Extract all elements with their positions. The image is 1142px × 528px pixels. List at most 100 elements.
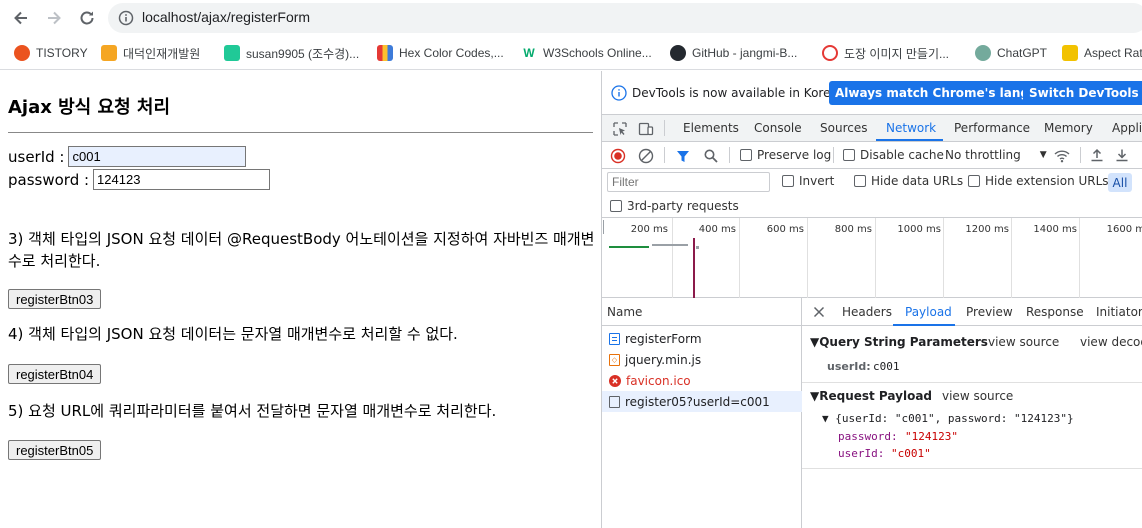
- request-detail-panel: Headers Payload Preview Response Initiat…: [802, 298, 1142, 528]
- request-name: register05?userId=c001: [625, 394, 770, 409]
- request-row[interactable]: ◇ jquery.min.js: [602, 349, 802, 370]
- bookmark-stamp[interactable]: 도장 이미지 만들기...: [822, 44, 949, 62]
- tab-console[interactable]: Console: [754, 121, 802, 135]
- timeline-tick: 1200 ms: [965, 224, 1009, 235]
- filter-icon[interactable]: [675, 148, 691, 164]
- export-har-icon[interactable]: [1114, 147, 1130, 163]
- bookmark-hexcolor[interactable]: Hex Color Codes,...: [377, 44, 504, 62]
- payload-view-source-link[interactable]: view source: [942, 389, 1013, 403]
- record-icon[interactable]: [610, 148, 626, 164]
- forward-button[interactable]: [42, 6, 66, 30]
- bookmark-github[interactable]: GitHub - jangmi-B...: [670, 44, 797, 62]
- timeline-bar-script: [652, 244, 688, 246]
- network-timeline[interactable]: 200 ms 400 ms 600 ms 800 ms 1000 ms 1200…: [602, 218, 1142, 298]
- detail-tab-payload[interactable]: Payload: [905, 305, 952, 319]
- device-toolbar-icon[interactable]: [638, 121, 654, 137]
- register-btn-04[interactable]: registerBtn04: [8, 364, 102, 384]
- section-divider: [802, 468, 1142, 469]
- register-btn-05[interactable]: registerBtn05: [8, 440, 102, 460]
- bookmark-chatgpt[interactable]: ChatGPT: [975, 44, 1047, 62]
- tab-network[interactable]: Network: [886, 121, 936, 135]
- filter-input[interactable]: [607, 172, 770, 192]
- bookmark-daedeok[interactable]: 대덕인재개발원: [101, 44, 200, 62]
- network-conditions-icon[interactable]: [1053, 148, 1071, 164]
- filter-all-button[interactable]: All: [1108, 173, 1132, 192]
- detail-tab-response[interactable]: Response: [1026, 305, 1084, 319]
- password-input[interactable]: [93, 169, 271, 190]
- request-row[interactable]: favicon.ico: [602, 370, 802, 391]
- hexcolor-icon: [377, 45, 393, 61]
- payload-password-value: "124123": [905, 430, 958, 443]
- hide-extension-urls-checkbox[interactable]: Hide extension URLs: [968, 174, 1109, 188]
- password-row: password :: [8, 169, 271, 190]
- section-divider: [802, 382, 1142, 383]
- clear-icon[interactable]: [638, 148, 654, 164]
- inspect-element-icon[interactable]: [612, 121, 628, 137]
- bookmark-aspect[interactable]: Aspect Rat: [1062, 44, 1142, 62]
- error-icon: [609, 374, 621, 387]
- active-detail-tab-indicator: [893, 324, 955, 326]
- forward-arrow-icon: [48, 11, 61, 25]
- throttling-select[interactable]: No throttling ▼: [945, 148, 1047, 162]
- description-3: 3) 객체 타입의 JSON 요청 데이터 @RequestBody 어노테이션…: [8, 230, 595, 270]
- bookmark-w3schools[interactable]: W W3Schools Online...: [521, 44, 652, 62]
- active-tab-indicator: [876, 139, 943, 141]
- invert-checkbox[interactable]: Invert: [782, 174, 834, 188]
- request-name: jquery.min.js: [625, 352, 702, 367]
- bookmark-label: TISTORY: [36, 46, 88, 60]
- detail-tab-preview[interactable]: Preview: [966, 305, 1013, 319]
- search-icon[interactable]: [703, 148, 719, 164]
- payload-password-key: password:: [838, 430, 898, 443]
- tab-elements[interactable]: Elements: [683, 121, 739, 135]
- qsp-key: userId:: [827, 360, 871, 373]
- register-btn-03[interactable]: registerBtn03: [8, 289, 102, 309]
- stamp-icon: [822, 45, 838, 61]
- reload-icon: [80, 11, 94, 25]
- velog-icon: [224, 45, 240, 61]
- hide-data-urls-checkbox[interactable]: Hide data URLs: [854, 174, 963, 188]
- view-source-link[interactable]: view source: [988, 335, 1059, 349]
- load-event-marker: [693, 238, 695, 298]
- request-row-selected[interactable]: register05?userId=c001: [602, 391, 802, 412]
- request-row[interactable]: registerForm: [602, 328, 802, 349]
- address-bar[interactable]: localhost/ajax/registerForm: [108, 3, 1142, 33]
- payload-object-summary[interactable]: ▼ {userId: "c001", password: "124123"}: [822, 412, 1074, 425]
- timeline-bar-doc: [609, 246, 649, 248]
- timeline-tick: 1400 ms: [1033, 224, 1077, 235]
- tab-memory[interactable]: Memory: [1044, 121, 1093, 135]
- tab-performance[interactable]: Performance: [954, 121, 1030, 135]
- preserve-log-checkbox[interactable]: Preserve log: [740, 148, 831, 162]
- bookmark-label: 대덕인재개발원: [123, 46, 201, 61]
- userid-input[interactable]: [68, 146, 247, 167]
- reload-button[interactable]: [75, 6, 99, 30]
- bookmark-susan[interactable]: susan9905 (조수경)...: [224, 44, 359, 62]
- timeline-gridline: [672, 218, 673, 298]
- query-string-section-title[interactable]: ▼Query String Parameters: [810, 335, 988, 349]
- bookmark-label: W3Schools Online...: [543, 46, 652, 60]
- detail-tab-headers[interactable]: Headers: [842, 305, 892, 319]
- view-decoded-link[interactable]: view decode: [1080, 335, 1142, 349]
- bookmark-label: ChatGPT: [997, 46, 1048, 60]
- info-icon[interactable]: [118, 10, 134, 26]
- divider: [8, 132, 593, 133]
- toolbar-separator: [729, 147, 730, 163]
- tab-application[interactable]: Applic: [1112, 121, 1142, 135]
- disable-cache-checkbox[interactable]: Disable cache: [843, 148, 944, 162]
- name-column-header[interactable]: Name: [602, 298, 802, 326]
- close-icon[interactable]: [813, 306, 825, 318]
- timeline-tick: 1600 m: [1106, 224, 1142, 235]
- bookmark-tistory[interactable]: TISTORY: [14, 44, 88, 62]
- aspect-icon: [1062, 45, 1078, 61]
- timeline-tick: 800 ms: [834, 224, 872, 235]
- request-payload-section-title[interactable]: ▼Request Payload: [810, 389, 932, 403]
- daedeok-icon: [101, 45, 117, 61]
- detail-tab-initiator[interactable]: Initiator: [1096, 305, 1142, 319]
- back-button[interactable]: [9, 6, 33, 30]
- description-5: 5) 요청 URL에 쿼리파라미터를 붙여서 전달하면 문자열 매개변수로 처리…: [8, 402, 497, 420]
- import-har-icon[interactable]: [1089, 147, 1105, 163]
- third-party-checkbox[interactable]: 3rd-party requests: [610, 199, 739, 213]
- timeline-gridline: [1079, 218, 1080, 298]
- switch-devtools-language-button[interactable]: Switch DevTools to Ko: [1023, 81, 1142, 105]
- timeline-gridline: [807, 218, 808, 298]
- tab-sources[interactable]: Sources: [820, 121, 867, 135]
